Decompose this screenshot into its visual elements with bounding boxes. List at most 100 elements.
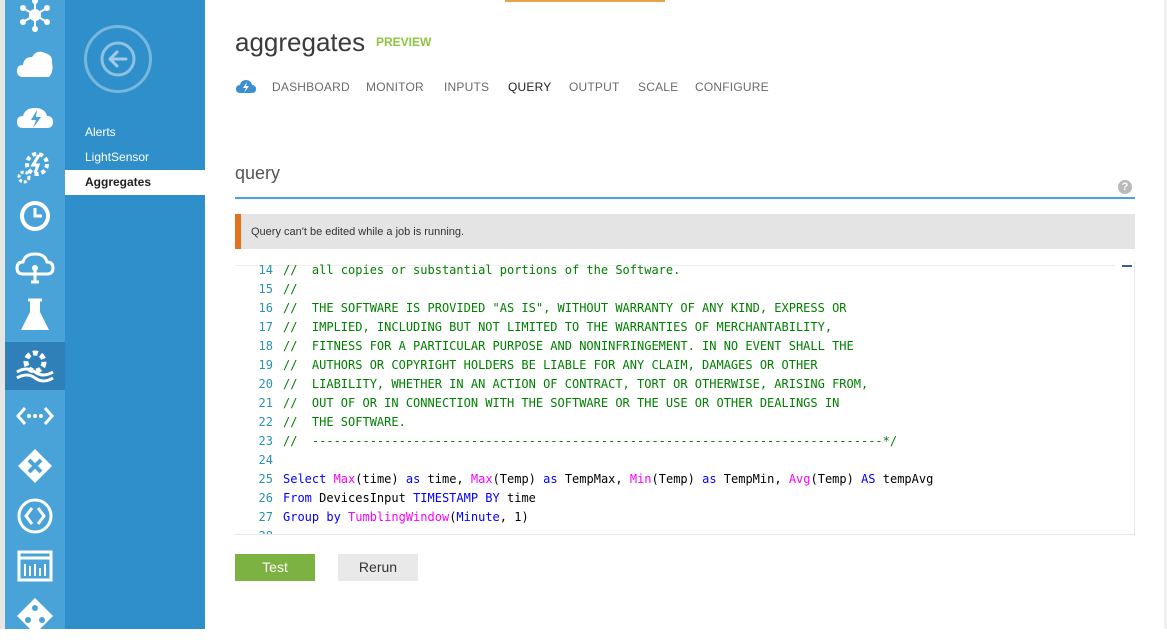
rail-item-hdinsight[interactable] <box>5 142 65 190</box>
line-number: 15 <box>258 282 273 296</box>
tab-inputs[interactable]: INPUTS <box>444 80 489 94</box>
code-token: AS <box>861 472 876 486</box>
notice-text: Query can't be edited while a job is run… <box>251 226 465 238</box>
rail-item-active-directory[interactable] <box>5 592 65 640</box>
nav-item-alerts[interactable]: Alerts <box>65 120 205 145</box>
code-token: // IMPLIED, INCLUDING BUT NOT LIMITED TO… <box>283 320 833 334</box>
help-icon[interactable]: ? <box>1118 180 1132 194</box>
tab-scale[interactable]: SCALE <box>638 80 678 94</box>
code-token: // THE SOFTWARE. <box>283 415 406 429</box>
rail-item-iot-hub[interactable] <box>5 0 65 39</box>
code-text: From DevicesInput TIMESTAMP BY time <box>283 489 536 508</box>
nav-item-lightsensor[interactable]: LightSensor <box>65 145 205 170</box>
line-number: 14 <box>258 263 273 277</box>
code-token: as <box>405 472 421 486</box>
code-token: From <box>283 491 312 505</box>
code-text: // AUTHORS OR COPYRIGHT HOLDERS BE LIABL… <box>283 356 818 375</box>
line-number: 23 <box>258 434 273 448</box>
rail-item-event-hubs[interactable] <box>5 92 65 140</box>
nav-item-aggregates[interactable]: Aggregates <box>65 170 205 195</box>
code-token: // OUT OF OR IN CONNECTION WITH THE SOFT… <box>283 396 840 410</box>
active-directory-icon <box>17 598 53 634</box>
rail-item-stream-analytics[interactable] <box>5 342 65 390</box>
line-number: 27 <box>258 510 273 524</box>
code-token: (Temp) <box>492 472 544 486</box>
rail-item-scheduler[interactable] <box>5 192 65 240</box>
line-number: 25 <box>258 472 273 486</box>
code-token: TempMax, <box>557 472 630 486</box>
rail-item-automation[interactable] <box>5 442 65 490</box>
code-token: Min <box>629 472 652 486</box>
code-text: // THE SOFTWARE. <box>283 413 406 432</box>
hdinsight-icon <box>17 152 49 184</box>
preview-badge: PREVIEW <box>376 35 432 49</box>
code-token: TIMESTAMP BY <box>413 491 500 505</box>
code-token: time <box>499 491 536 505</box>
rail-item-cloud-services[interactable] <box>5 41 65 89</box>
machine-learning-icon <box>21 298 49 330</box>
code-token: (time) <box>355 472 406 486</box>
line-number: 22 <box>258 415 273 429</box>
code-token: (Temp) <box>651 472 703 486</box>
code-text: // -------------------------------------… <box>283 432 897 451</box>
code-token: Select <box>283 472 334 486</box>
code-text: // FITNESS FOR A PARTICULAR PURPOSE AND … <box>283 337 854 356</box>
query-editor[interactable]: 14 // all copies or substantial portions … <box>235 262 1135 535</box>
management-portal-icon <box>17 550 53 582</box>
line-number: 16 <box>258 301 273 315</box>
code-token: // <box>283 282 298 296</box>
code-token: (Temp) <box>810 472 862 486</box>
tab-configure[interactable]: CONFIGURE <box>695 80 769 94</box>
arrow-left-icon <box>100 41 136 77</box>
back-button[interactable] <box>84 25 152 93</box>
line-number: 17 <box>258 320 273 334</box>
scheduler-icon <box>20 201 50 231</box>
code-text: // LIABILITY, WHETHER IN AN ACTION OF CO… <box>283 375 868 394</box>
code-token: // FITNESS FOR A PARTICULAR PURPOSE AND … <box>283 339 854 353</box>
rail-item-service-bus[interactable] <box>5 242 65 290</box>
rail-item-management-portal[interactable] <box>5 542 65 590</box>
iot-hub-icon <box>20 0 50 32</box>
nav-panel: Alerts LightSensor Aggregates <box>65 0 205 629</box>
code-token: // AUTHORS OR COPYRIGHT HOLDERS BE LIABL… <box>283 358 818 372</box>
code-text: Group by TumblingWindow(Minute, 1) <box>283 508 529 527</box>
line-number: 18 <box>258 339 273 353</box>
code-token: Minute <box>456 510 500 524</box>
code-text: // OUT OF OR IN CONNECTION WITH THE SOFT… <box>283 394 839 413</box>
automation-icon <box>18 449 52 483</box>
code-token: Avg <box>788 472 811 486</box>
rail-item-api-management[interactable] <box>5 392 65 440</box>
code-text: // <box>283 280 297 299</box>
code-token: TempMin, <box>716 472 789 486</box>
code-token: as <box>543 472 558 486</box>
rail-item-remote-app[interactable] <box>5 492 65 540</box>
tab-monitor[interactable]: MONITOR <box>366 80 424 94</box>
cloud-services-icon <box>17 51 53 77</box>
tab-dashboard[interactable]: DASHBOARD <box>272 80 350 94</box>
stream-analytics-icon <box>16 350 54 383</box>
stream-analytics-icon <box>236 80 256 93</box>
code-token: time, <box>420 472 471 486</box>
rerun-button[interactable]: Rerun <box>338 554 418 581</box>
section-title: query <box>235 163 281 183</box>
notice-banner: Query can't be edited while a job is run… <box>235 214 1135 249</box>
code-text: // IMPLIED, INCLUDING BUT NOT LIMITED TO… <box>283 318 832 337</box>
code-token: // THE SOFTWARE IS PROVIDED "AS IS", WIT… <box>283 301 847 315</box>
code-token: DevicesInput <box>311 491 414 505</box>
rail-item-machine-learning[interactable] <box>5 292 65 340</box>
code-token: // -------------------------------------… <box>283 434 898 448</box>
scrollbar-thumb[interactable] <box>1122 265 1132 267</box>
test-button[interactable]: Test <box>235 554 315 581</box>
event-hubs-icon <box>17 108 53 128</box>
tab-query[interactable]: QUERY <box>508 80 551 94</box>
line-number: 20 <box>258 377 273 391</box>
code-token: , 1) <box>499 510 529 524</box>
code-text: // all copies or substantial portions of… <box>283 262 680 280</box>
line-number: 21 <box>258 396 273 410</box>
code-token: // all copies or substantial portions of… <box>283 263 681 277</box>
section-divider <box>235 197 1135 199</box>
tab-output[interactable]: OUTPUT <box>569 80 620 94</box>
code-token: tempAvg <box>875 472 934 486</box>
api-management-icon <box>16 407 54 425</box>
code-token: // LIABILITY, WHETHER IN AN ACTION OF CO… <box>283 377 869 391</box>
